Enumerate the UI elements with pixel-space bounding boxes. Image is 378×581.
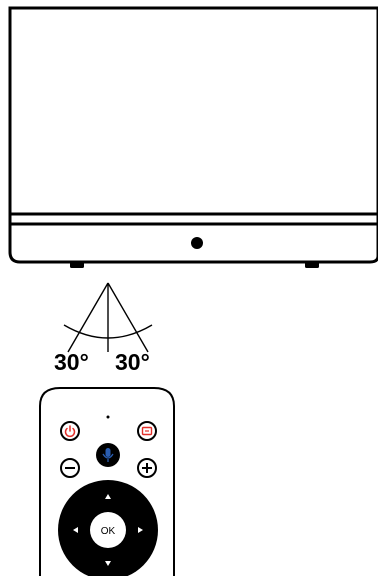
angle-right-line bbox=[107, 282, 149, 353]
ok-label: OK bbox=[101, 526, 116, 537]
angle-label-left: 30° bbox=[54, 349, 89, 375]
voice-button[interactable] bbox=[96, 443, 120, 467]
tv-foot-left bbox=[70, 261, 84, 268]
tv-device bbox=[8, 6, 378, 268]
dpad[interactable]: OK bbox=[58, 480, 158, 580]
diagram-svg: 30° 30° OK bbox=[8, 6, 378, 580]
power-button[interactable] bbox=[60, 421, 80, 441]
remote-range-diagram: 30° 30° OK bbox=[0, 0, 378, 580]
remote-control: OK bbox=[39, 387, 175, 580]
volume-up-button[interactable] bbox=[137, 458, 157, 478]
angle-label-right: 30° bbox=[115, 349, 150, 375]
tv-foot-right bbox=[305, 261, 319, 268]
angle-left-line bbox=[67, 282, 109, 353]
ir-receiver-dot bbox=[191, 237, 203, 249]
angle-indicator: 30° 30° bbox=[54, 282, 153, 375]
volume-down-button[interactable] bbox=[60, 458, 80, 478]
status-led bbox=[106, 415, 110, 419]
input-button[interactable] bbox=[137, 421, 157, 441]
